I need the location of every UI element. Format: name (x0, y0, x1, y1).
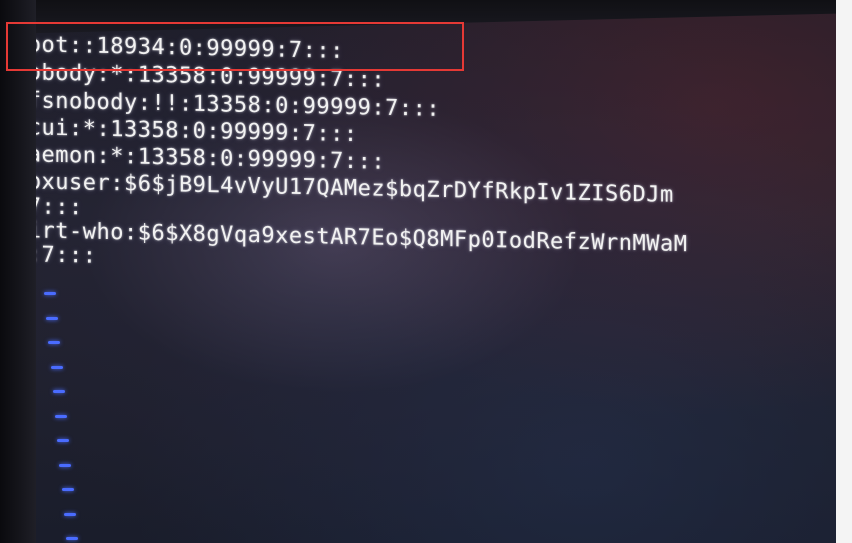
tilde-marker (63, 512, 76, 516)
tilde-marker (48, 341, 61, 344)
vi-empty-line-markers (44, 262, 78, 543)
monitor-screen: root::18934:0:99999:7::: nobody:*:13358:… (0, 0, 836, 543)
tilde-marker (55, 414, 67, 418)
photo-of-monitor: root::18934:0:99999:7::: nobody:*:13358:… (0, 0, 852, 543)
tilde-marker (50, 365, 63, 369)
tilde-marker (52, 390, 65, 393)
page-margin-right (836, 0, 852, 543)
tilde-marker (44, 292, 56, 295)
tilde-marker (66, 537, 78, 540)
tilde-marker (59, 463, 72, 467)
shadow-line-virt-who: virt-who:$6$X8gVqa9xestAR7Eo$Q8MFp0IodRe… (14, 218, 688, 258)
tilde-marker (61, 488, 74, 491)
tilde-marker (57, 439, 70, 442)
monitor-bezel-left (0, 0, 36, 543)
tilde-marker (46, 316, 59, 320)
red-highlight-box (6, 22, 464, 71)
shadow-line-vpxuser: vpxuser:$6$jB9L4vVyU17QAMez$bqZrDYfRkpIv… (14, 169, 674, 208)
